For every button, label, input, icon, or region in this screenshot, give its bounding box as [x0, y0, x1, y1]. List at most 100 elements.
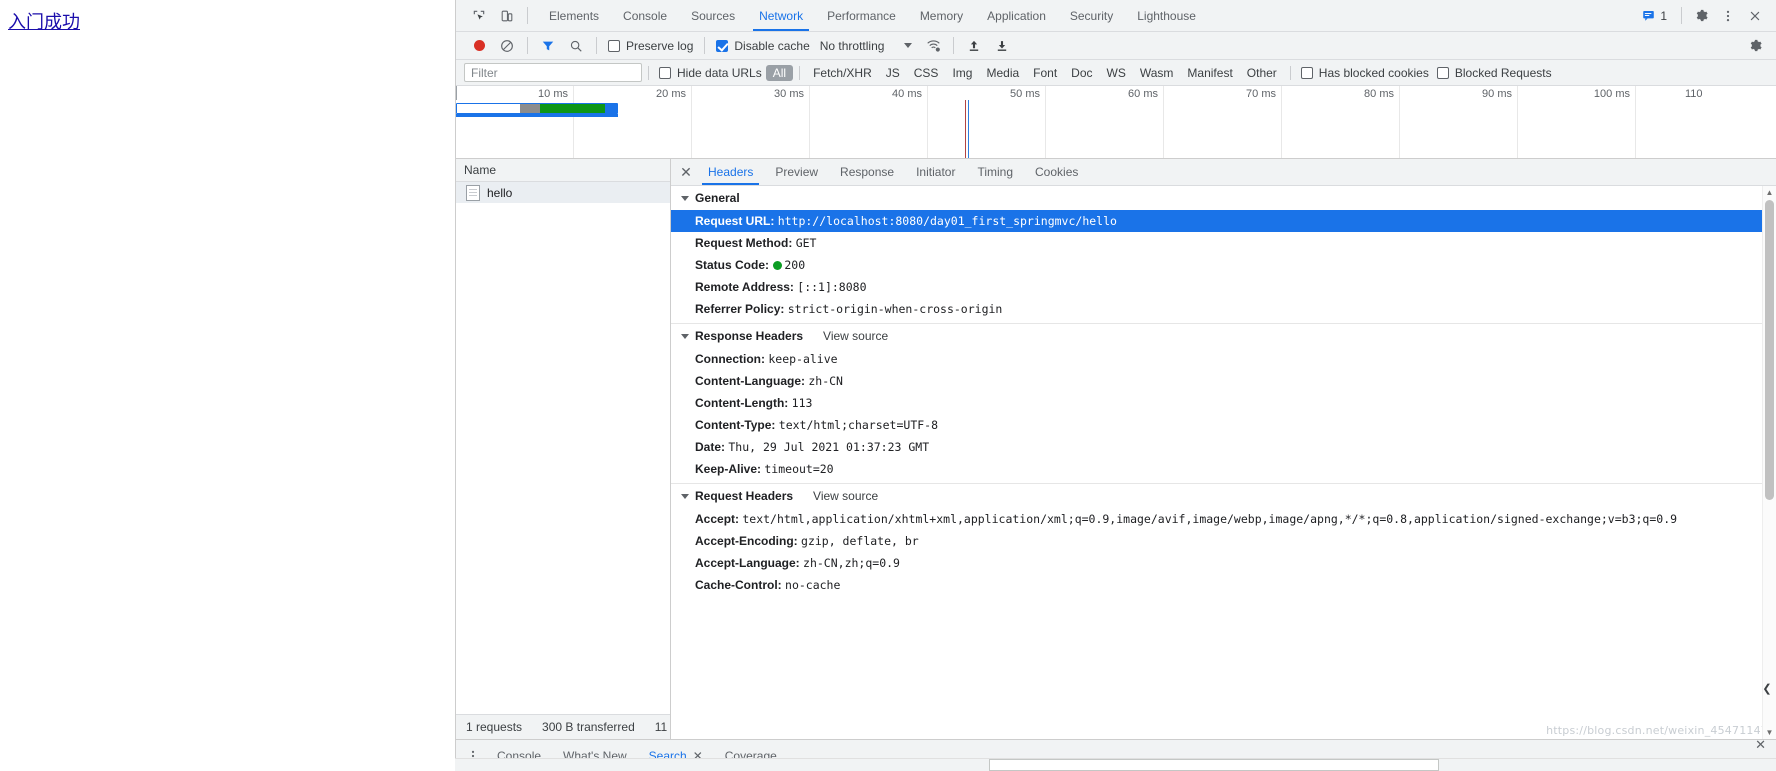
filter-type-all[interactable]: All [765, 64, 794, 81]
request-details-panel: ✕ Headers Preview Response Initiator Tim… [671, 159, 1776, 739]
tab-sources[interactable]: Sources [679, 0, 747, 31]
header-row-accept-encoding[interactable]: Accept-Encoding: gzip, deflate, br [671, 530, 1776, 552]
throttling-dropdown[interactable]: No throttling [816, 38, 889, 54]
blocked-requests-checkbox[interactable]: Blocked Requests [1433, 66, 1556, 80]
header-row-accept[interactable]: Accept: text/html,application/xhtml+xml,… [671, 508, 1776, 530]
network-conditions-icon[interactable] [920, 34, 946, 58]
tab-elements[interactable]: Elements [537, 0, 611, 31]
filter-type-ws[interactable]: WS [1100, 65, 1133, 81]
header-row-content-length[interactable]: Content-Length: 113 [671, 392, 1776, 414]
tab-response[interactable]: Response [829, 159, 905, 185]
close-icon[interactable]: ✕ [1755, 737, 1766, 753]
preserve-log-checkbox[interactable]: Preserve log [604, 39, 697, 53]
table-row[interactable]: hello [456, 182, 670, 203]
filter-funnel-icon[interactable] [535, 34, 561, 58]
toolbar-divider [1681, 7, 1682, 24]
header-row-request-url[interactable]: Request URL: http://localhost:8080/day01… [671, 210, 1776, 232]
more-vertical-icon[interactable] [1715, 4, 1741, 28]
request-list-header[interactable]: Name [456, 159, 670, 182]
header-row-request-method[interactable]: Request Method: GET [671, 232, 1776, 254]
view-source-link[interactable]: View source [813, 489, 878, 503]
chevron-down-icon [681, 195, 689, 201]
section-general-header[interactable]: General [671, 186, 1776, 210]
sidebar-collapse-icon[interactable]: ❮ [1760, 675, 1774, 701]
header-key: Date: [695, 440, 726, 454]
overview-tick-cell: 60 ms [1046, 86, 1164, 158]
filter-divider [799, 65, 801, 80]
filter-type-js[interactable]: JS [879, 65, 907, 81]
scroll-up-arrow-icon[interactable]: ▲ [1763, 186, 1776, 199]
filter-type-doc[interactable]: Doc [1064, 65, 1099, 81]
has-blocked-cookies-checkbox[interactable]: Has blocked cookies [1297, 66, 1433, 80]
filter-input[interactable]: Filter [464, 63, 642, 82]
filter-type-img[interactable]: Img [945, 65, 979, 81]
gear-icon[interactable] [1688, 4, 1714, 28]
view-source-link[interactable]: View source [823, 329, 888, 343]
header-key: Remote Address: [695, 280, 794, 294]
header-row-connection[interactable]: Connection: keep-alive [671, 348, 1776, 370]
gear-icon[interactable] [1742, 34, 1768, 58]
hide-data-urls-checkbox[interactable]: Hide data URLs [655, 66, 766, 80]
filter-type-media[interactable]: Media [979, 65, 1026, 81]
network-overview-timeline[interactable]: 10 ms 20 ms 30 ms 40 ms 50 ms 60 ms 70 m… [456, 86, 1776, 159]
header-row-cache-control[interactable]: Cache-Control: no-cache [671, 574, 1776, 596]
tab-network[interactable]: Network [747, 0, 815, 31]
device-toolbar-icon[interactable] [494, 4, 520, 28]
header-row-content-type[interactable]: Content-Type: text/html;charset=UTF-8 [671, 414, 1776, 436]
devtools-tabstrip-actions: 1 [1636, 0, 1776, 31]
record-stop-icon[interactable] [466, 34, 492, 58]
tab-timing[interactable]: Timing [966, 159, 1024, 185]
import-har-icon[interactable] [961, 34, 987, 58]
page-success-link[interactable]: 入门成功 [8, 8, 80, 34]
filter-type-fetch-xhr[interactable]: Fetch/XHR [806, 65, 879, 81]
header-row-date[interactable]: Date: Thu, 29 Jul 2021 01:37:23 GMT [671, 436, 1776, 458]
search-icon[interactable] [563, 34, 589, 58]
tab-preview[interactable]: Preview [764, 159, 829, 185]
filter-type-font[interactable]: Font [1026, 65, 1064, 81]
header-row-status-code[interactable]: Status Code: 200 [671, 254, 1776, 276]
header-row-keep-alive[interactable]: Keep-Alive: timeout=20 [671, 458, 1776, 480]
close-icon[interactable]: ✕ [675, 159, 697, 185]
details-scrollbar[interactable]: ▲ ▼ [1762, 186, 1776, 739]
overview-tick-label: 50 ms [1010, 88, 1040, 100]
close-icon[interactable] [1742, 4, 1768, 28]
clear-icon[interactable] [494, 34, 520, 58]
header-row-content-language[interactable]: Content-Language: zh-CN [671, 370, 1776, 392]
tab-initiator[interactable]: Initiator [905, 159, 966, 185]
header-key: Request Method: [695, 236, 793, 250]
section-response-headers-header[interactable]: Response Headers View source [671, 324, 1776, 348]
inspect-element-icon[interactable] [466, 4, 492, 28]
overview-tick-cell: 40 ms [810, 86, 928, 158]
header-row-accept-language[interactable]: Accept-Language: zh-CN,zh;q=0.9 [671, 552, 1776, 574]
export-har-icon[interactable] [989, 34, 1015, 58]
bar-download-segment [540, 104, 605, 113]
blocked-requests-label: Blocked Requests [1454, 65, 1552, 80]
header-key: Content-Length: [695, 396, 789, 410]
scrollbar-thumb[interactable] [1765, 200, 1774, 500]
tab-lighthouse[interactable]: Lighthouse [1125, 0, 1208, 31]
document-icon [466, 184, 480, 201]
bar-waiting-segment [457, 104, 520, 113]
filter-type-other[interactable]: Other [1240, 65, 1284, 81]
header-row-remote-address[interactable]: Remote Address: [::1]:8080 [671, 276, 1776, 298]
tab-memory[interactable]: Memory [908, 0, 975, 31]
filter-type-manifest[interactable]: Manifest [1180, 65, 1239, 81]
tab-performance[interactable]: Performance [815, 0, 908, 31]
throttling-caret-wrap[interactable] [890, 43, 918, 48]
filter-type-css[interactable]: CSS [907, 65, 946, 81]
filter-type-wasm[interactable]: Wasm [1133, 65, 1181, 81]
tab-application[interactable]: Application [975, 0, 1058, 31]
drawer-search-row [455, 758, 1776, 771]
header-key: Request URL: [695, 214, 775, 228]
message-count-badge[interactable]: 1 [1636, 6, 1675, 26]
disable-cache-checkbox[interactable]: Disable cache [712, 39, 813, 53]
header-row-referrer-policy[interactable]: Referrer Policy: strict-origin-when-cros… [671, 298, 1776, 320]
tab-cookies[interactable]: Cookies [1024, 159, 1089, 185]
tab-security[interactable]: Security [1058, 0, 1125, 31]
tab-headers[interactable]: Headers [697, 159, 764, 185]
tab-console[interactable]: Console [611, 0, 679, 31]
section-request-headers-header[interactable]: Request Headers View source [671, 484, 1776, 508]
toolbar-divider [527, 37, 528, 54]
search-input[interactable] [989, 759, 1439, 771]
overview-tick-label: 40 ms [892, 88, 922, 100]
